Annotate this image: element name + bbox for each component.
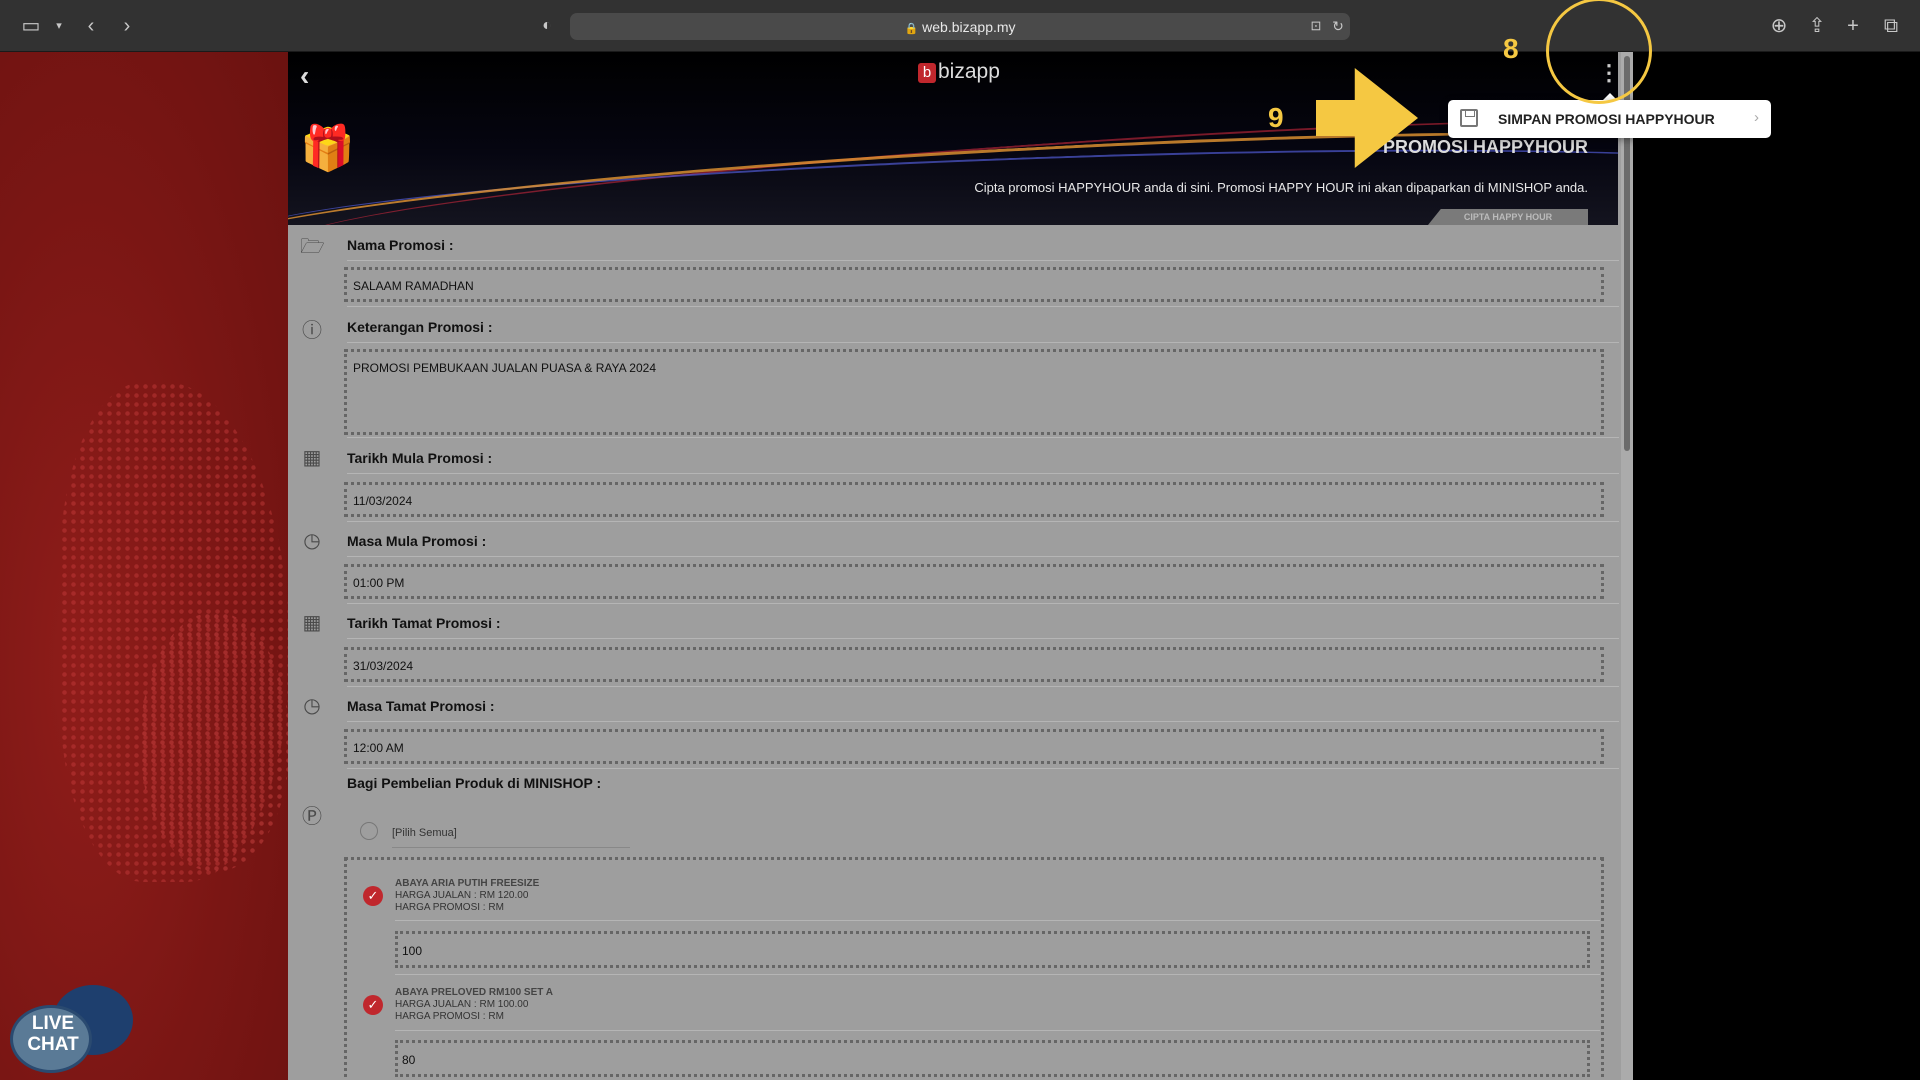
chevron-down-icon[interactable]: ▾ <box>46 14 72 38</box>
product-name: ABAYA ARIA PUTIH FREESIZE <box>395 878 540 889</box>
masa-tamat-input[interactable]: 12:00 AM <box>344 729 1604 764</box>
share-icon[interactable]: ⇪ <box>1804 14 1830 38</box>
keterangan-promosi-label: Keterangan Promosi : <box>347 319 493 335</box>
product-list: ✓ ABAYA ARIA PUTIH FREESIZE HARGA JUALAN… <box>344 857 1604 1080</box>
tab-cipta-happy-hour[interactable]: CIPTA HAPPY HOUR <box>1428 209 1588 225</box>
product-harga-jualan: HARGA JUALAN : RM 120.00 <box>395 890 529 901</box>
left-background-panel <box>0 52 288 1080</box>
bizapp-logo: b bizapp <box>918 60 1000 84</box>
product-name: ABAYA PRELOVED RM100 SET A <box>395 987 554 998</box>
live-chat-line2: CHAT <box>27 1034 79 1055</box>
nama-promosi-input[interactable]: SALAAM RAMADHAN <box>344 267 1604 302</box>
highlight-circle <box>1546 0 1652 104</box>
save-icon <box>1460 109 1478 127</box>
product-promo-price-input[interactable]: 80 <box>395 1040 1590 1077</box>
nama-promosi-label: Nama Promosi : <box>347 237 454 253</box>
folder-icon: 🗁 <box>300 236 325 258</box>
tabs-overview-icon[interactable]: ⧉ <box>1878 14 1904 38</box>
masa-mula-label: Masa Mula Promosi : <box>347 533 487 549</box>
chevron-right-icon: › <box>1754 109 1759 126</box>
scrollbar[interactable] <box>1621 52 1633 1080</box>
new-tab-icon[interactable]: + <box>1840 14 1866 38</box>
product-check-icon[interactable]: ✓ <box>363 995 383 1015</box>
sidebar-icon[interactable]: ▭ <box>18 14 44 38</box>
select-all-radio[interactable] <box>360 822 378 840</box>
step-number-8: 8 <box>1503 33 1519 64</box>
tarikh-tamat-label: Tarikh Tamat Promosi : <box>347 615 501 631</box>
page-title: PROMOSI HAPPYHOUR <box>1382 137 1588 157</box>
calendar-icon: ▦ <box>302 447 322 469</box>
back-icon[interactable]: ‹ <box>78 14 104 38</box>
save-promo-menu-item[interactable]: SIMPAN PROMOSI HAPPYHOUR › <box>1448 100 1771 138</box>
download-icon[interactable]: ⊕ <box>1766 14 1792 38</box>
shield-icon[interactable]: ◐ <box>534 14 560 38</box>
calendar-icon: ▦ <box>302 612 322 634</box>
reload-icon[interactable]: ↻ <box>1325 14 1351 38</box>
produk-minishop-label: Bagi Pembelian Produk di MINISHOP : <box>347 775 602 791</box>
tarikh-mula-label: Tarikh Mula Promosi : <box>347 450 493 466</box>
page-subtitle: Cipta promosi HAPPYHOUR anda di sini. Pr… <box>974 180 1588 195</box>
product-check-icon[interactable]: ✓ <box>363 886 383 906</box>
select-all-label: [Pilih Semua] <box>392 827 457 839</box>
back-arrow-icon[interactable]: ‹ <box>300 60 309 92</box>
tarikh-tamat-input[interactable]: 31/03/2024 <box>344 647 1604 682</box>
url-text: web.bizapp.my <box>922 19 1016 35</box>
product-harga-promosi: HARGA PROMOSI : RM <box>395 902 504 913</box>
info-icon: ⓘ <box>302 320 322 342</box>
keterangan-promosi-textarea[interactable]: PROMOSI PEMBUKAAN JUALAN PUASA & RAYA 20… <box>344 349 1604 435</box>
lock-icon: 🔒 <box>904 23 919 35</box>
address-bar[interactable]: 🔒 web.bizapp.my ⊡ ↻ <box>570 13 1350 40</box>
parking-icon: Ⓟ <box>302 806 322 828</box>
save-promo-label: SIMPAN PROMOSI HAPPYHOUR <box>1498 111 1715 127</box>
gift-icon: 🎁 <box>300 124 355 173</box>
forward-icon[interactable]: › <box>114 14 140 38</box>
promo-header: ‹ b bizapp 🎁 ⋮ PROMOSI HAPPYHOUR Cipta pr… <box>288 52 1618 225</box>
main-content: ‹ b bizapp 🎁 ⋮ PROMOSI HAPPYHOUR Cipta pr… <box>288 52 1633 1080</box>
masa-mula-input[interactable]: 01:00 PM <box>344 564 1604 599</box>
clock-icon: ◷ <box>303 530 321 552</box>
tarikh-mula-input[interactable]: 11/03/2024 <box>344 482 1604 517</box>
product-promo-price-input[interactable]: 100 <box>395 931 1590 968</box>
live-chat-line1: LIVE <box>31 1013 75 1034</box>
live-chat-button[interactable]: LIVE CHAT <box>8 985 133 1075</box>
clock-icon: ◷ <box>303 695 321 717</box>
product-harga-jualan: HARGA JUALAN : RM 100.00 <box>395 999 529 1010</box>
masa-tamat-label: Masa Tamat Promosi : <box>347 698 495 714</box>
step-number-9: 9 <box>1268 102 1284 133</box>
product-harga-promosi: HARGA PROMOSI : RM <box>395 1011 504 1022</box>
